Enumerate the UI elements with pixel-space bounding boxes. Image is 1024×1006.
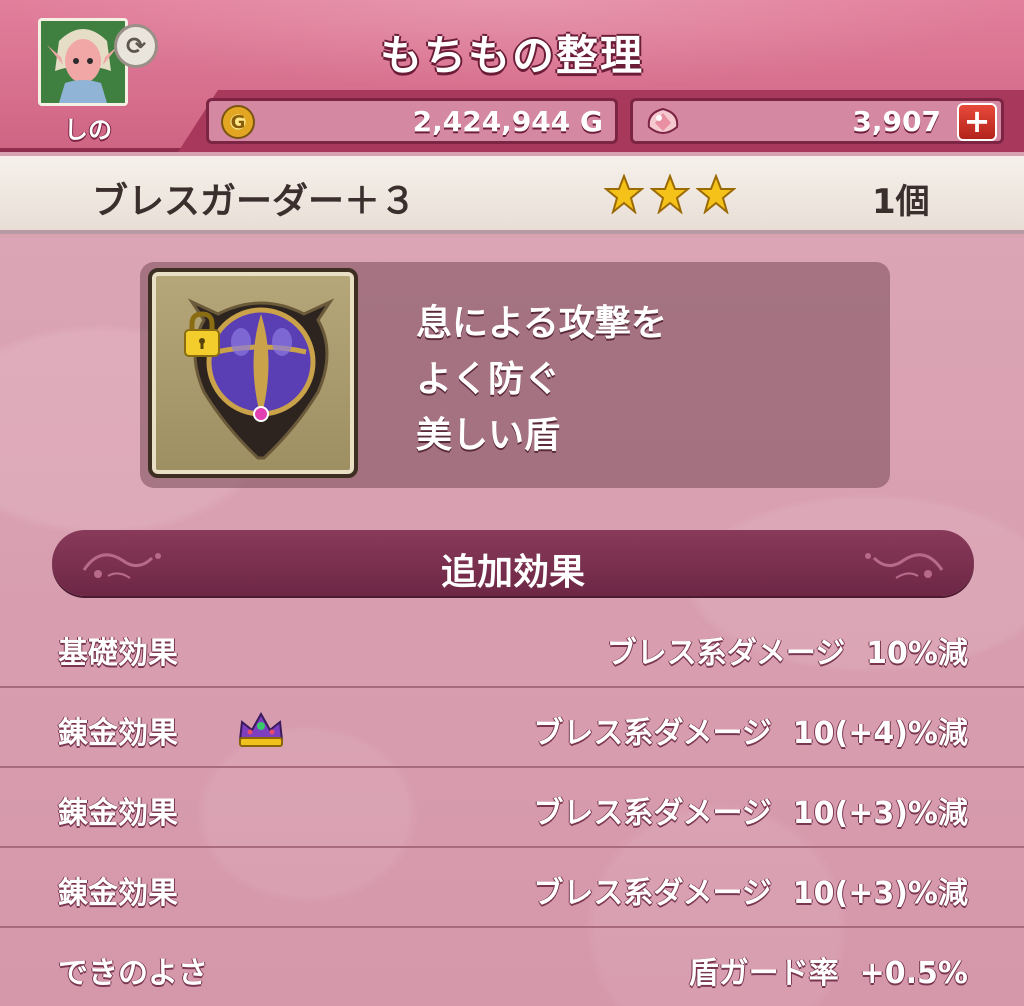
description-line: よく防ぐ xyxy=(416,359,561,400)
crown-icon xyxy=(238,711,284,747)
item-count: 1個 xyxy=(872,182,930,222)
effect-label: 基礎効果 xyxy=(58,636,178,671)
effect-value: ブレス系ダメージ 10%減 xyxy=(606,636,968,671)
flourish-ornament-icon xyxy=(865,553,944,579)
effect-value: 盾ガード率 +0.5% xyxy=(688,956,968,991)
effect-label: 錬金効果 xyxy=(58,796,178,831)
effect-label: 錬金効果 xyxy=(58,716,178,751)
gem-display: 3,907 + xyxy=(630,98,1004,144)
star-icon xyxy=(650,174,690,214)
effect-label: できのよさ xyxy=(58,956,208,991)
star-rating xyxy=(604,174,736,214)
description-line: 息による攻撃を xyxy=(416,303,667,344)
gold-display: G 2,424,944 G xyxy=(206,98,618,144)
item-description: 息による攻撃を よく防ぐ 美しい盾 xyxy=(416,296,667,464)
effect-row: 錬金効果 ブレス系ダメージ 10(+4)%減 xyxy=(0,688,1024,768)
swap-character-button[interactable]: ⟳ xyxy=(114,24,158,68)
item-name-bar: ブレスガーダー＋３ 1個 xyxy=(0,156,1024,234)
lock-icon xyxy=(184,311,220,357)
player-name: しの xyxy=(64,116,112,144)
effects-title: 追加効果 xyxy=(440,552,585,593)
add-gem-button[interactable]: + xyxy=(957,103,997,141)
gold-coin-icon: G xyxy=(221,105,255,139)
refresh-icon: ⟳ xyxy=(125,32,147,60)
effect-value: ブレス系ダメージ 10(+3)%減 xyxy=(533,796,968,831)
effect-row: 錬金効果 ブレス系ダメージ 10(+3)%減 xyxy=(0,848,1024,928)
effects-header: 追加効果 xyxy=(52,530,974,596)
effect-row: 基礎効果 ブレス系ダメージ 10%減 xyxy=(0,608,1024,688)
effect-value: ブレス系ダメージ 10(+4)%減 xyxy=(533,716,968,751)
item-icon-frame[interactable] xyxy=(148,268,358,478)
effect-value: ブレス系ダメージ 10(+3)%減 xyxy=(533,876,968,911)
gold-value: 2,424,944 G xyxy=(412,105,603,138)
gem-icon xyxy=(647,107,679,134)
gem-value: 3,907 xyxy=(852,105,941,138)
star-icon xyxy=(696,174,736,214)
item-name: ブレスガーダー＋３ xyxy=(92,181,417,222)
description-line: 美しい盾 xyxy=(416,415,561,456)
effect-label: 錬金効果 xyxy=(58,876,178,911)
effect-row: 錬金効果 ブレス系ダメージ 10(+3)%減 xyxy=(0,768,1024,848)
effect-row: できのよさ 盾ガード率 +0.5% xyxy=(0,928,1024,1006)
star-icon xyxy=(604,174,644,214)
